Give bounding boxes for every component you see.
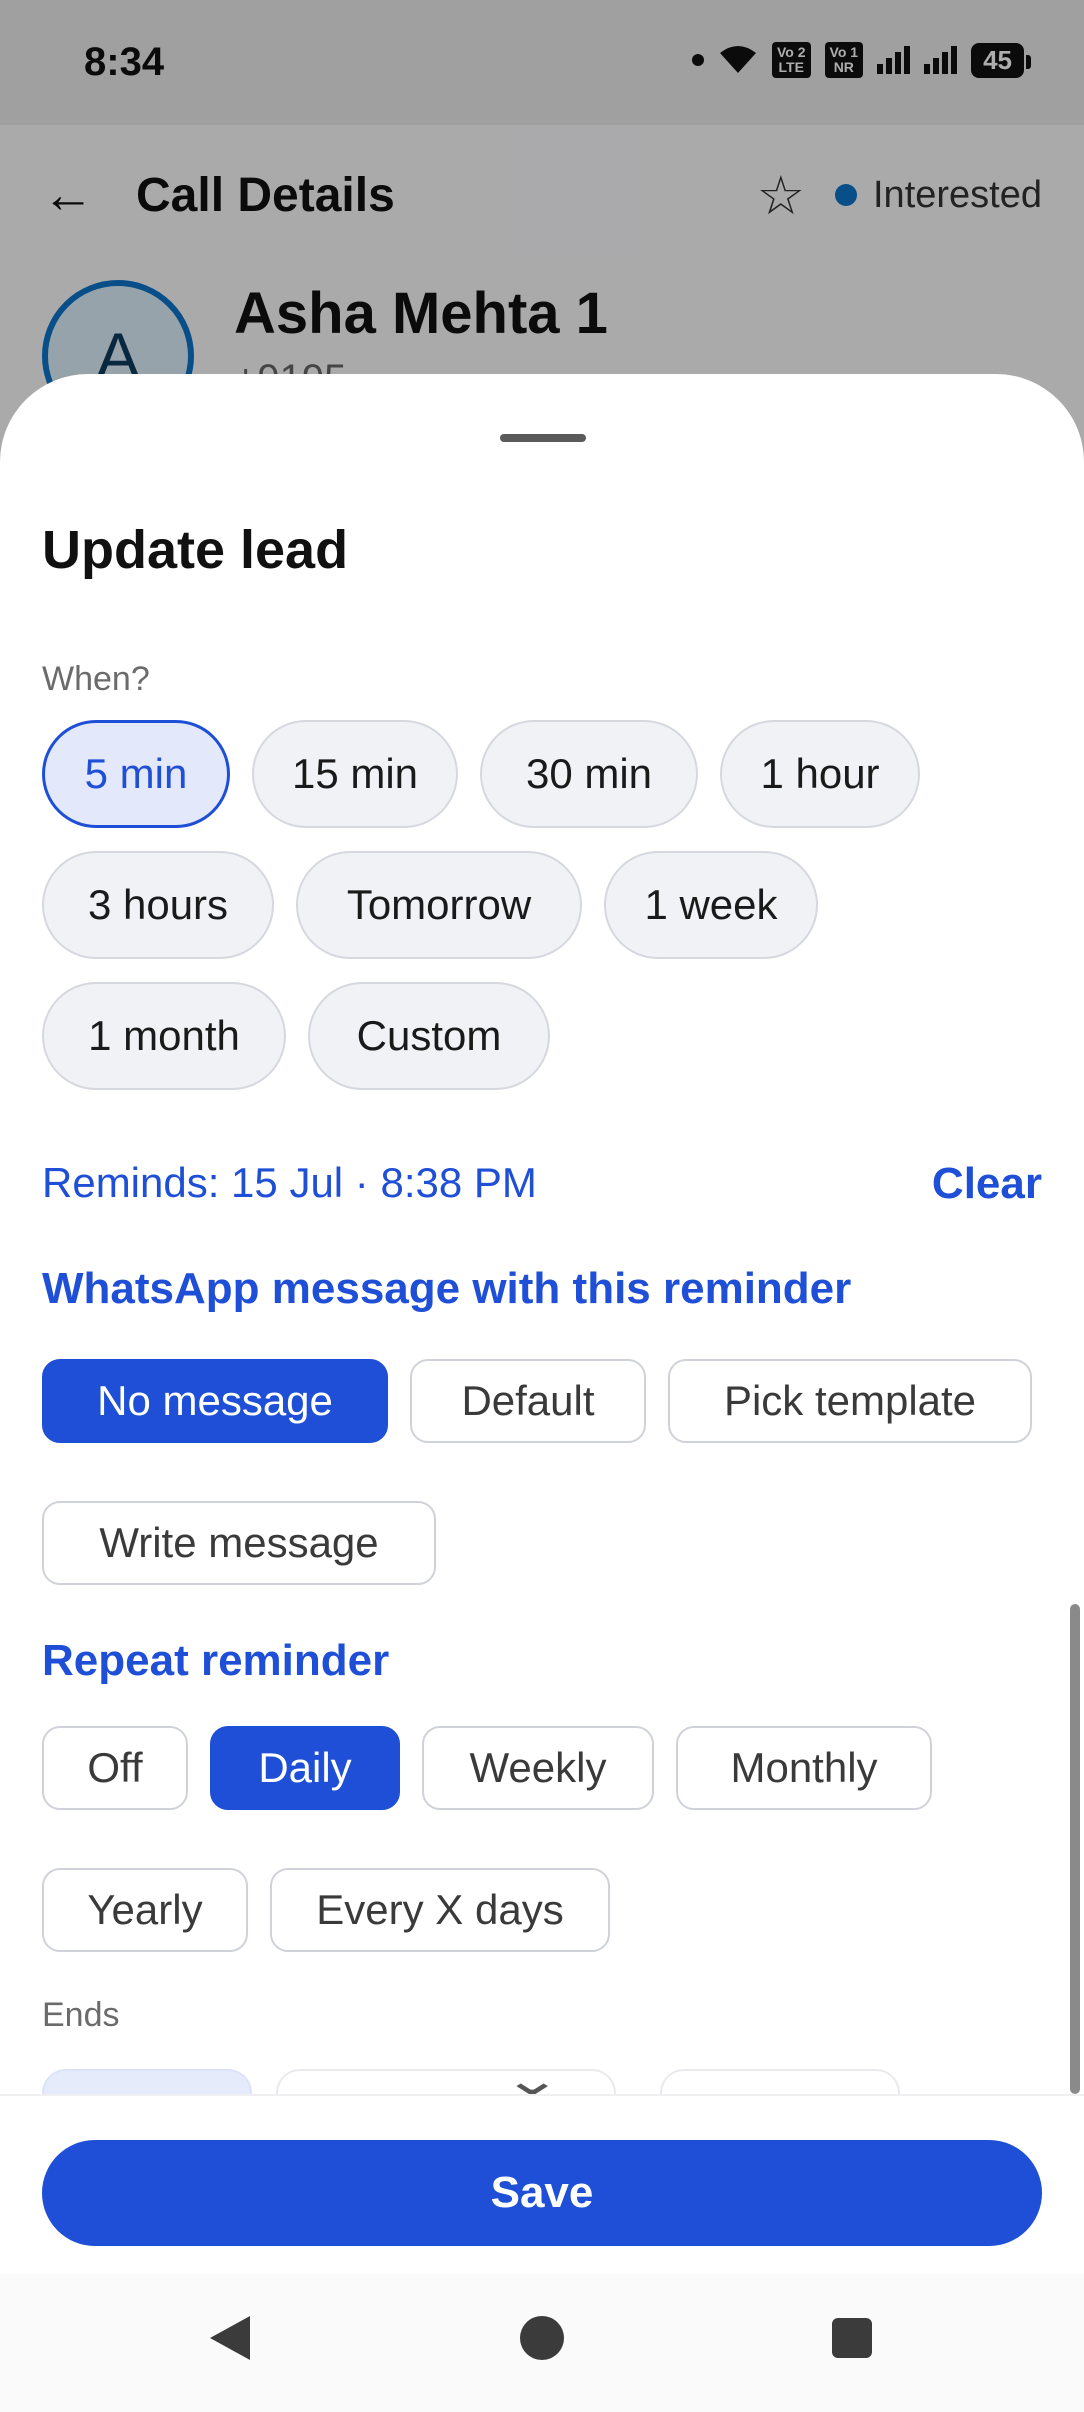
repeat-options-row-1: Off Daily Weekly Monthly xyxy=(42,1726,932,1810)
repeat-options-row-2: Yearly Every X days xyxy=(42,1868,610,1952)
repeat-option-every-x-days[interactable]: Every X days xyxy=(270,1868,610,1952)
when-options-row-2: 3 hours Tomorrow 1 week xyxy=(42,851,818,959)
message-option-pick-template[interactable]: Pick template xyxy=(668,1359,1032,1443)
ends-label: Ends xyxy=(42,1996,120,2034)
when-options-row-3: 1 month Custom xyxy=(42,982,550,1090)
when-option-custom[interactable]: Custom xyxy=(308,982,550,1090)
when-option-1hour[interactable]: 1 hour xyxy=(720,720,920,828)
nav-recents-icon[interactable] xyxy=(832,2318,872,2358)
when-option-tomorrow[interactable]: Tomorrow xyxy=(296,851,582,959)
when-option-5min[interactable]: 5 min xyxy=(42,720,230,828)
when-option-1week[interactable]: 1 week xyxy=(604,851,818,959)
whatsapp-section-title: WhatsApp message with this reminder xyxy=(42,1264,852,1313)
reminder-summary: Reminds: 15 Jul · 8:38 PM Clear xyxy=(42,1159,1042,1209)
when-option-15min[interactable]: 15 min xyxy=(252,720,458,828)
save-button[interactable]: Save xyxy=(42,2140,1042,2246)
repeat-option-daily[interactable]: Daily xyxy=(210,1726,400,1810)
repeat-section-title: Repeat reminder xyxy=(42,1636,390,1685)
system-nav-bar xyxy=(0,2274,1084,2412)
update-lead-sheet: Update lead When? 5 min 15 min 30 min 1 … xyxy=(0,374,1084,2412)
nav-home-icon[interactable] xyxy=(520,2316,564,2360)
when-option-3hours[interactable]: 3 hours xyxy=(42,851,274,959)
message-option-write[interactable]: Write message xyxy=(42,1501,436,1585)
drag-handle[interactable] xyxy=(500,434,586,442)
message-options-row-1: No message Default Pick template xyxy=(42,1359,1032,1443)
save-bar: Save xyxy=(0,2094,1084,2274)
when-option-30min[interactable]: 30 min xyxy=(480,720,698,828)
when-option-1month[interactable]: 1 month xyxy=(42,982,286,1090)
scrollbar[interactable] xyxy=(1070,1604,1080,2094)
repeat-option-yearly[interactable]: Yearly xyxy=(42,1868,248,1952)
nav-back-icon[interactable] xyxy=(210,2316,250,2360)
when-options-row-1: 5 min 15 min 30 min 1 hour xyxy=(42,720,920,828)
repeat-option-monthly[interactable]: Monthly xyxy=(676,1726,932,1810)
message-options-row-2: Write message xyxy=(42,1501,436,1585)
message-option-default[interactable]: Default xyxy=(410,1359,646,1443)
when-label: When? xyxy=(42,660,150,698)
clear-button[interactable]: Clear xyxy=(932,1159,1042,1209)
sheet-title: Update lead xyxy=(42,520,349,580)
repeat-option-weekly[interactable]: Weekly xyxy=(422,1726,654,1810)
repeat-option-off[interactable]: Off xyxy=(42,1726,188,1810)
reminds-text: Reminds: 15 Jul · 8:38 PM xyxy=(42,1159,537,1206)
message-option-none[interactable]: No message xyxy=(42,1359,388,1443)
